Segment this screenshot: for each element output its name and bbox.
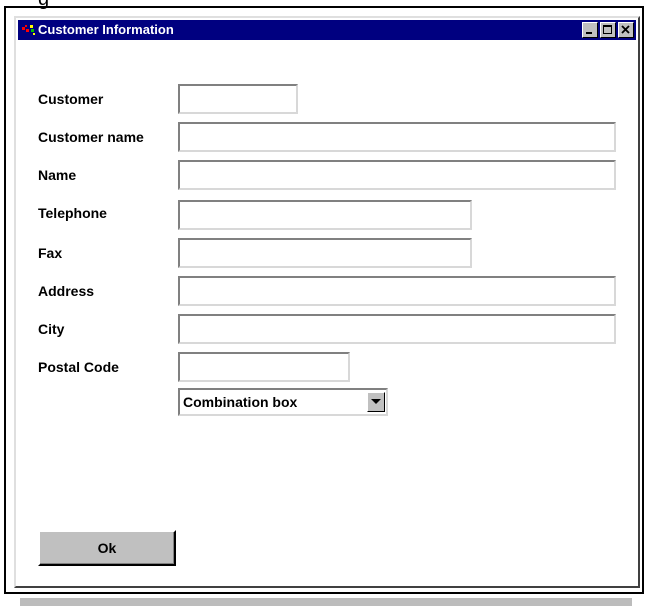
combination-box[interactable]: Combination box	[178, 388, 388, 416]
city-field[interactable]	[178, 314, 616, 344]
chevron-down-icon	[371, 399, 381, 404]
title-bar[interactable]: Customer Information	[18, 20, 636, 40]
title-buttons	[582, 22, 634, 38]
address-label: Address	[38, 283, 95, 299]
app-icon	[21, 22, 37, 38]
close-icon	[621, 25, 630, 34]
customer-name-label: Customer name	[38, 129, 144, 145]
postal-code-field[interactable]	[178, 352, 350, 382]
combination-box-value: Combination box	[183, 394, 298, 410]
customer-name-field[interactable]	[178, 122, 616, 152]
fax-field[interactable]	[178, 238, 472, 268]
customer-label: Customer	[38, 91, 104, 107]
postal-code-label: Postal Code	[38, 359, 119, 375]
name-field[interactable]	[178, 160, 616, 190]
fax-label: Fax	[38, 245, 63, 261]
telephone-label: Telephone	[38, 205, 107, 221]
maximize-button[interactable]	[600, 22, 616, 38]
window-title: Customer Information	[38, 22, 174, 37]
name-label: Name	[38, 167, 77, 183]
frame-shadow	[20, 598, 632, 606]
city-label: City	[38, 321, 65, 337]
minimize-icon	[586, 32, 592, 34]
combination-box-dropdown-button[interactable]	[367, 392, 385, 412]
telephone-field[interactable]	[178, 200, 472, 230]
customer-field[interactable]	[178, 84, 298, 114]
ok-button[interactable]: Ok	[38, 530, 176, 566]
address-field[interactable]	[178, 276, 616, 306]
close-button[interactable]	[618, 22, 634, 38]
maximize-icon	[603, 25, 612, 34]
customer-information-window: Customer Information Customer Customer n…	[14, 16, 640, 588]
minimize-button[interactable]	[582, 22, 598, 38]
